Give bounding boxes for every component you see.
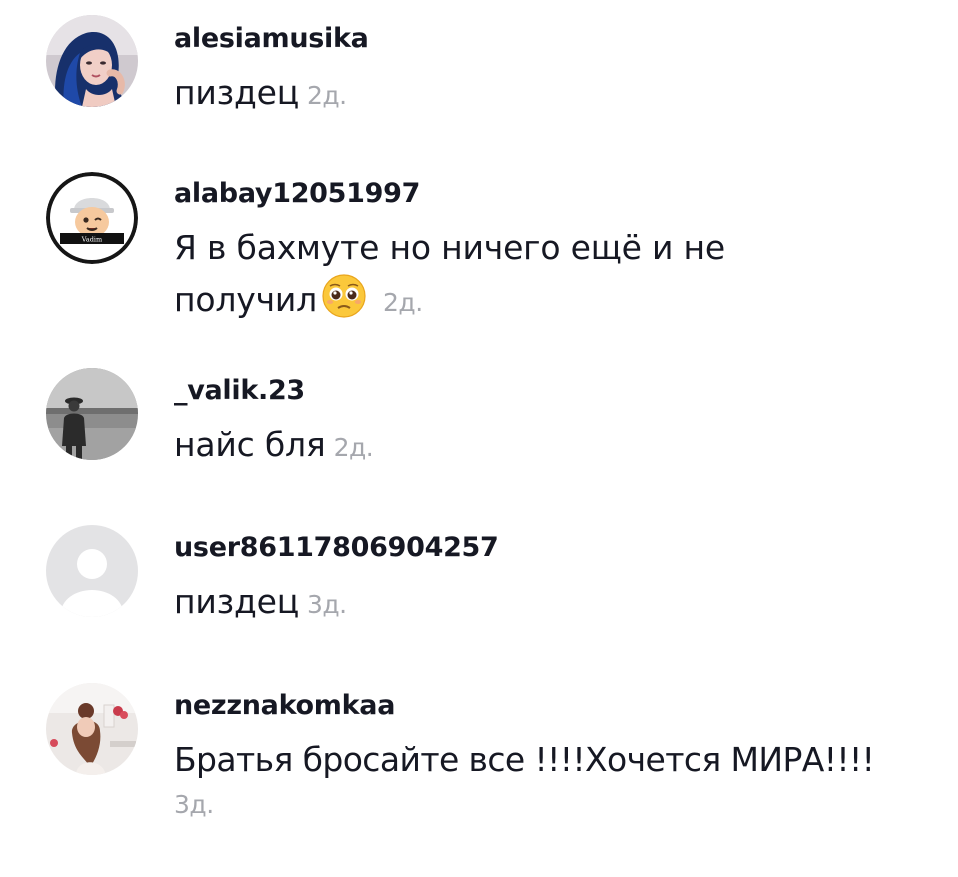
avatar[interactable] xyxy=(46,15,138,107)
comments-list: { "comments": [ {"username": "alesiamusi… xyxy=(0,0,958,877)
comment-username[interactable]: alabay12051997 xyxy=(174,177,938,211)
comment-body: пиздец xyxy=(174,73,299,112)
comment-text: найс бля 2д. xyxy=(174,420,938,473)
avatar-image xyxy=(46,683,138,775)
avatar-image: Vadim xyxy=(46,172,138,264)
comment-text: Я в бахмуте но ничего ещё и не получил 2… xyxy=(174,223,938,328)
comment-username[interactable]: user86117806904257 xyxy=(174,531,938,565)
comment-username[interactable]: _valik.23 xyxy=(174,374,938,408)
comment-text: Братья бросайте все !!!!Хочется МИРА!!!!… xyxy=(174,735,938,825)
comment-body: Братья бросайте все !!!!Хочется МИРА!!!! xyxy=(174,740,875,779)
comment-username[interactable]: alesiamusika xyxy=(174,22,938,56)
comment-timestamp: 2д. xyxy=(333,433,374,462)
avatar[interactable] xyxy=(46,683,138,775)
comment-text: пиздец 2д. xyxy=(174,68,938,121)
comment-body: пиздец xyxy=(174,582,299,621)
avatar-image xyxy=(46,15,138,107)
avatar-image xyxy=(46,368,138,460)
avatar-caption: Vadim xyxy=(81,236,102,244)
comment-body-line-wrap: получил 2д. xyxy=(174,273,938,328)
pleading-face-emoji xyxy=(321,273,367,319)
default-avatar[interactable] xyxy=(46,525,138,617)
comment-timestamp: 2д. xyxy=(383,288,423,317)
comment-timestamp: 3д. xyxy=(306,590,347,619)
comment-text: пиздец 3д. xyxy=(174,577,938,630)
user-placeholder-icon xyxy=(46,525,138,617)
comment-username[interactable]: nezznakomkaa xyxy=(174,689,938,723)
comment-timestamp: 2д. xyxy=(306,81,347,110)
comment-body-line: Я в бахмуте но ничего ещё и не xyxy=(174,228,725,267)
comment-body: найс бля xyxy=(174,425,326,464)
avatar[interactable] xyxy=(46,368,138,460)
comment-body-line: получил xyxy=(174,280,318,319)
avatar[interactable]: Vadim xyxy=(46,172,138,264)
comment-timestamp: 3д. xyxy=(174,790,214,819)
